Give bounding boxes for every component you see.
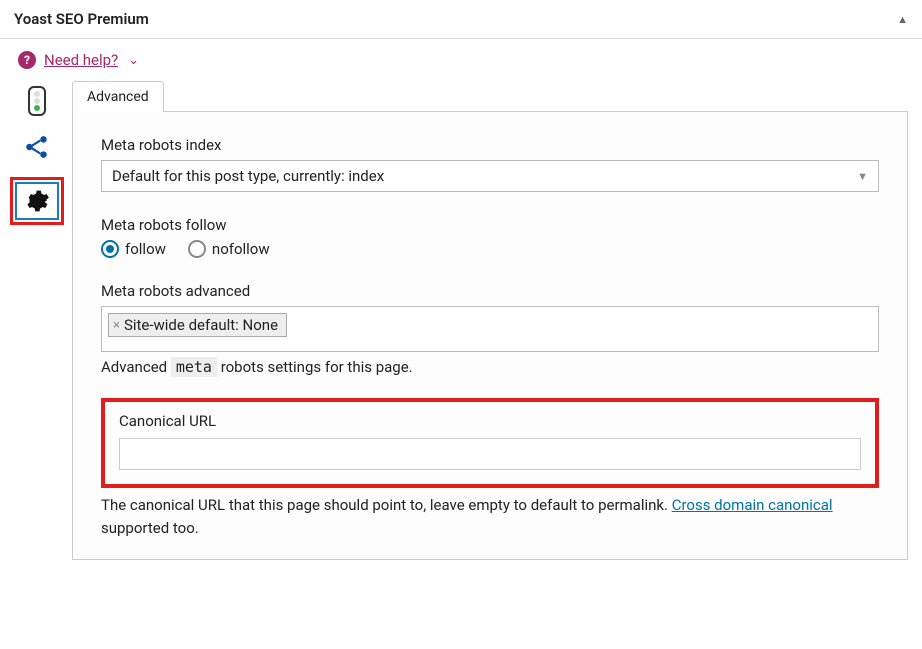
panel-title: Yoast SEO Premium (14, 10, 149, 28)
collapse-toggle[interactable]: ▲ (897, 13, 908, 26)
canonical-url-input[interactable] (119, 438, 861, 470)
meta-robots-index-select[interactable]: Default for this post type, currently: i… (101, 160, 879, 192)
traffic-light-icon (28, 86, 46, 116)
canonical-highlight: Canonical URL (101, 398, 879, 488)
help-bar: ? Need help? ⌄ (0, 39, 922, 81)
radio-icon (188, 240, 206, 258)
dropdown-arrow-icon: ▼ (857, 170, 868, 183)
radio-follow[interactable]: follow (101, 240, 166, 258)
advanced-panel: Meta robots index Default for this post … (72, 111, 908, 560)
remove-tag-icon[interactable]: × (113, 318, 120, 333)
panel-header: Yoast SEO Premium ▲ (0, 0, 922, 39)
sidebar (14, 81, 60, 560)
radio-icon-checked (101, 240, 119, 258)
canonical-description: The canonical URL that this page should … (101, 494, 879, 539)
advanced-tag[interactable]: × Site-wide default: None (108, 313, 287, 337)
social-tab-icon[interactable] (17, 131, 57, 163)
meta-robots-advanced-input[interactable]: × Site-wide default: None (101, 306, 879, 352)
meta-robots-follow-label: Meta robots follow (101, 216, 879, 234)
help-icon[interactable]: ? (18, 51, 36, 69)
cross-domain-link[interactable]: Cross domain canonical (672, 496, 833, 514)
meta-robots-advanced-label: Meta robots advanced (101, 282, 879, 300)
select-value: Default for this post type, currently: i… (112, 167, 384, 185)
meta-code: meta (171, 357, 217, 377)
canonical-url-label: Canonical URL (119, 412, 861, 430)
meta-advanced-hint: Advanced meta robots settings for this p… (101, 358, 879, 376)
need-help-link[interactable]: Need help? (44, 51, 118, 69)
tab-advanced[interactable]: Advanced (72, 81, 164, 112)
gear-icon (24, 188, 50, 214)
share-icon (24, 134, 50, 160)
advanced-tab-icon[interactable] (10, 177, 64, 225)
radio-nofollow[interactable]: nofollow (188, 240, 270, 258)
chevron-down-icon[interactable]: ⌄ (128, 53, 139, 68)
content-analysis-tab-icon[interactable] (17, 85, 57, 117)
meta-robots-index-label: Meta robots index (101, 136, 879, 154)
